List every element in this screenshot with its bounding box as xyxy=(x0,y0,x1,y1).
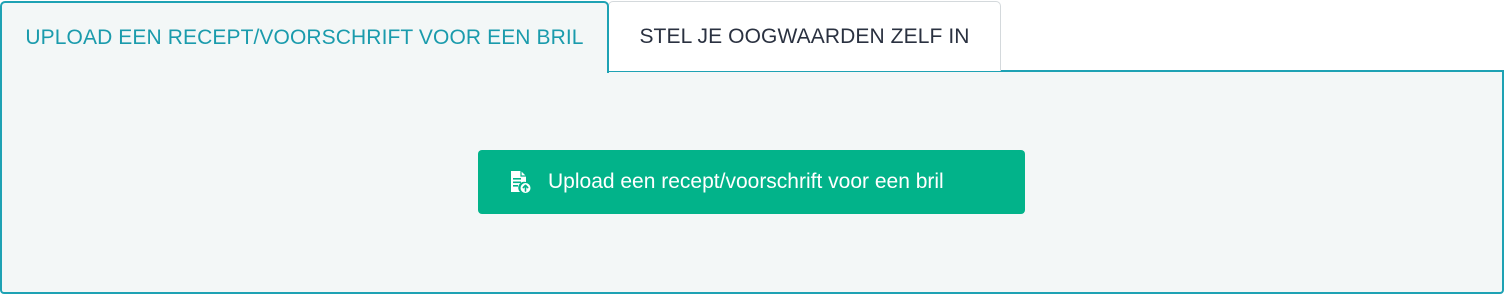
upload-prescription-button[interactable]: Upload een recept/voorschrift voor een b… xyxy=(478,150,1025,214)
tab-enter-eye-values-label: STEL JE OOGWAARDEN ZELF IN xyxy=(639,24,970,48)
tab-upload-prescription-label: UPLOAD EEN RECEPT/VOORSCHRIFT VOOR EEN B… xyxy=(25,26,584,49)
file-upload-icon xyxy=(508,170,532,194)
tab-upload-prescription[interactable]: UPLOAD EEN RECEPT/VOORSCHRIFT VOOR EEN B… xyxy=(0,1,609,73)
prescription-tabs-widget: UPLOAD EEN RECEPT/VOORSCHRIFT VOOR EEN B… xyxy=(0,0,1504,294)
upload-prescription-button-label: Upload een recept/voorschrift voor een b… xyxy=(548,170,944,193)
tab-enter-eye-values[interactable]: STEL JE OOGWAARDEN ZELF IN xyxy=(608,1,1001,71)
